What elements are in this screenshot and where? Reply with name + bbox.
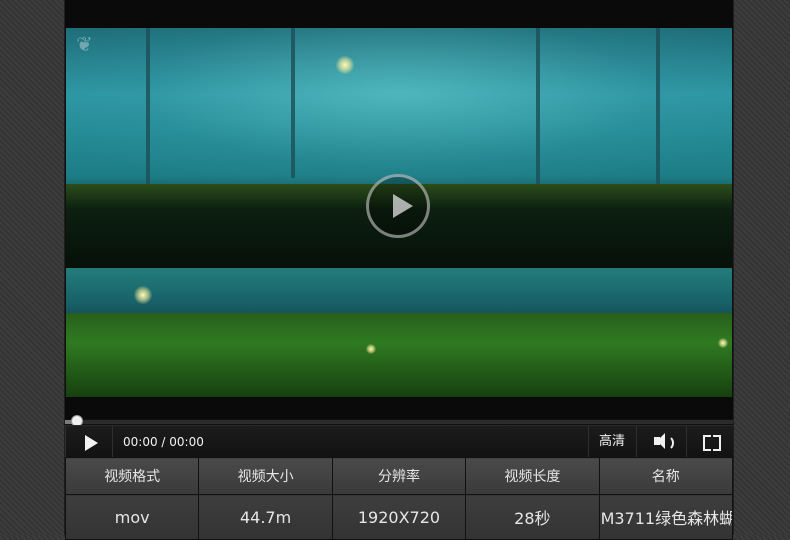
player-top-bar: [65, 0, 733, 28]
play-circle-icon[interactable]: [366, 174, 430, 238]
video-tree: [536, 28, 540, 193]
header-duration: 视频长度: [465, 457, 600, 495]
video-bottom-bar: [65, 397, 733, 419]
header-resolution: 分辨率: [331, 457, 467, 495]
video-grass: [66, 313, 732, 397]
fullscreen-button[interactable]: [686, 426, 734, 458]
butterfly-glow: [366, 344, 376, 354]
value-resolution: 1920X720: [331, 494, 467, 540]
header-name: 名称: [598, 457, 734, 495]
volume-button[interactable]: [636, 426, 685, 458]
play-icon: [85, 435, 98, 451]
video-tree: [656, 28, 660, 203]
value-size: 44.7m: [198, 494, 333, 540]
header-size: 视频大小: [198, 457, 333, 495]
video-info-table: 视频格式 视频大小 分辨率 视频长度 名称 mov 44.7m 1920X720…: [64, 457, 734, 540]
quality-button[interactable]: 高清: [588, 426, 635, 458]
butterfly-glow: [336, 56, 354, 74]
value-name: M3711绿色森林蝴: [598, 494, 734, 540]
video-tree: [146, 28, 150, 198]
video-mist: [66, 28, 732, 188]
video-player: ❦ 00:00 / 00:00 高清 视频格式 视频大小 分辨率 视频长度 名称…: [64, 0, 734, 540]
value-format: mov: [64, 494, 200, 540]
control-bar: 00:00 / 00:00 高清: [65, 425, 733, 458]
time-display: 00:00 / 00:00: [123, 435, 204, 449]
header-format: 视频格式: [64, 457, 200, 495]
video-water: [66, 268, 732, 316]
value-duration: 28秒: [465, 494, 600, 540]
info-header-row: 视频格式 视频大小 分辨率 视频长度 名称: [64, 457, 734, 495]
video-tree: [291, 28, 295, 178]
butterfly-glow: [134, 286, 152, 304]
watermark-logo-icon: ❦: [76, 32, 93, 56]
play-button[interactable]: [65, 426, 113, 458]
video-frame[interactable]: ❦: [66, 28, 732, 397]
info-value-row: mov 44.7m 1920X720 28秒 M3711绿色森林蝴: [64, 494, 734, 540]
progress-bar[interactable]: [65, 415, 733, 427]
butterfly-glow: [718, 338, 728, 348]
